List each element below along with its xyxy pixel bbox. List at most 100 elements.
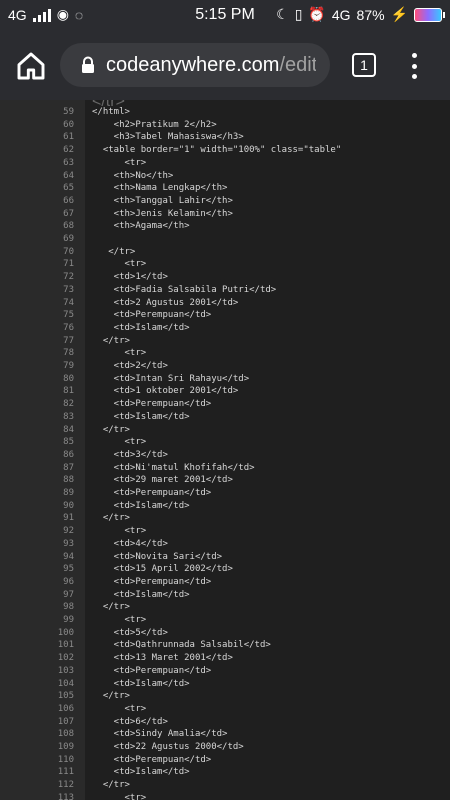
code-line[interactable]: 113 <tr> — [0, 792, 450, 800]
code-text[interactable]: <th>Jenis Kelamin</th> — [92, 208, 233, 221]
code-text[interactable]: <td>Sindy Amalia</td> — [92, 728, 228, 741]
code-line[interactable]: 107 <td>6</td> — [0, 716, 450, 729]
code-line[interactable]: 69 — [0, 233, 450, 246]
code-line[interactable]: 110 <td>Perempuan</td> — [0, 754, 450, 767]
code-line[interactable]: 65 <th>Nama Lengkap</th> — [0, 182, 450, 195]
code-line[interactable]: 106 <tr> — [0, 703, 450, 716]
code-text[interactable]: <td>Perempuan</td> — [92, 487, 212, 500]
code-line[interactable]: 60 <h2>Pratikum 2</h2> — [0, 119, 450, 132]
code-text[interactable]: <td>5</td> — [92, 627, 168, 640]
code-text[interactable]: <td>2</td> — [92, 360, 168, 373]
code-text[interactable]: <td>Intan Sri Rahayu</td> — [92, 373, 249, 386]
tab-switcher-button[interactable]: 1 — [352, 53, 376, 77]
code-line[interactable]: 104 <td>Islam</td> — [0, 678, 450, 691]
code-text[interactable]: <td>2 Agustus 2001</td> — [92, 297, 239, 310]
code-text[interactable]: <td>29 maret 2001</td> — [92, 474, 233, 487]
code-line[interactable]: 97 <td>Islam</td> — [0, 589, 450, 602]
code-text[interactable]: <td>Perempuan</td> — [92, 665, 212, 678]
code-text[interactable]: </tr> — [92, 690, 130, 703]
code-line[interactable]: 80 <td>Intan Sri Rahayu</td> — [0, 373, 450, 386]
code-line[interactable]: 105 </tr> — [0, 690, 450, 703]
code-line[interactable]: 93 <td>4</td> — [0, 538, 450, 551]
code-line[interactable]: 99 <tr> — [0, 614, 450, 627]
code-line[interactable]: 108 <td>Sindy Amalia</td> — [0, 728, 450, 741]
code-text[interactable]: <td>Perempuan</td> — [92, 576, 212, 589]
code-text[interactable]: <tr> — [92, 258, 147, 271]
code-text[interactable]: <td>1</td> — [92, 271, 168, 284]
code-text[interactable]: <td>Perempuan</td> — [92, 398, 212, 411]
code-text[interactable]: <td>3</td> — [92, 449, 168, 462]
code-line[interactable]: 101 <td>Qathrunnada Salsabil</td> — [0, 639, 450, 652]
code-line[interactable]: 62 <table border="1" width="100%" class=… — [0, 144, 450, 157]
code-text[interactable]: <th>Tanggal Lahir</th> — [92, 195, 233, 208]
code-line[interactable]: 76 <td>Islam</td> — [0, 322, 450, 335]
code-line[interactable]: 109 <td>22 Agustus 2000</td> — [0, 741, 450, 754]
more-menu-button[interactable] — [410, 53, 418, 79]
code-line[interactable]: 81 <td>1 oktober 2001</td> — [0, 385, 450, 398]
code-line[interactable]: 94 <td>Novita Sari</td> — [0, 551, 450, 564]
code-text[interactable]: </html> — [92, 106, 130, 119]
code-line[interactable]: 64 <th>No</th> — [0, 170, 450, 183]
code-text[interactable]: <td>Fadia Salsabila Putri</td> — [92, 284, 277, 297]
code-line[interactable]: 79 <td>2</td> — [0, 360, 450, 373]
code-line[interactable]: 73 <td>Fadia Salsabila Putri</td> — [0, 284, 450, 297]
code-line[interactable]: 74 <td>2 Agustus 2001</td> — [0, 297, 450, 310]
code-text[interactable]: <td>6</td> — [92, 716, 168, 729]
code-line[interactable]: 87 <td>Ni'matul Khofifah</td> — [0, 462, 450, 475]
code-text[interactable]: <tr> — [92, 347, 147, 360]
code-text[interactable]: <td>13 Maret 2001</td> — [92, 652, 233, 665]
code-text[interactable]: <tr> — [92, 792, 147, 800]
code-text[interactable]: <th>Nama Lengkap</th> — [92, 182, 228, 195]
code-text[interactable]: <tr> — [92, 525, 147, 538]
url-text[interactable]: codeanywhere.com/editor — [106, 54, 316, 77]
code-line[interactable]: 67 <th>Jenis Kelamin</th> — [0, 208, 450, 221]
code-line[interactable]: 59 </html> — [0, 106, 450, 119]
code-line[interactable]: 92 <tr> — [0, 525, 450, 538]
code-line[interactable]: 84 </tr> — [0, 424, 450, 437]
code-text[interactable]: <td>Islam</td> — [92, 322, 190, 335]
code-line[interactable]: 68 <th>Agama</th> — [0, 220, 450, 233]
code-text[interactable]: <td>4</td> — [92, 538, 168, 551]
code-text[interactable]: <td>Islam</td> — [92, 678, 190, 691]
code-text[interactable]: </tr> — [92, 335, 130, 348]
code-line[interactable]: 85 <tr> — [0, 436, 450, 449]
code-line[interactable]: 77 </tr> — [0, 335, 450, 348]
code-line[interactable]: 91 </tr> — [0, 512, 450, 525]
code-text[interactable]: <h2>Pratikum 2</h2> — [92, 119, 217, 132]
code-line[interactable]: 66 <th>Tanggal Lahir</th> — [0, 195, 450, 208]
home-icon[interactable] — [15, 50, 47, 82]
code-text[interactable]: <td>Novita Sari</td> — [92, 551, 222, 564]
code-line[interactable]: 63 <tr> — [0, 157, 450, 170]
code-line[interactable]: 100 <td>5</td> — [0, 627, 450, 640]
code-text[interactable]: </tr> — [92, 779, 130, 792]
code-text[interactable]: <td>Ni'matul Khofifah</td> — [92, 462, 255, 475]
code-line[interactable]: 89 <td>Perempuan</td> — [0, 487, 450, 500]
code-line[interactable]: 75 <td>Perempuan</td> — [0, 309, 450, 322]
code-text[interactable]: <td>1 oktober 2001</td> — [92, 385, 239, 398]
code-text[interactable]: <tr> — [92, 614, 147, 627]
code-line[interactable]: 111 <td>Islam</td> — [0, 766, 450, 779]
code-text[interactable]: <td>Islam</td> — [92, 589, 190, 602]
code-line[interactable]: 88 <td>29 maret 2001</td> — [0, 474, 450, 487]
code-text[interactable]: <th>Agama</th> — [92, 220, 190, 233]
code-line[interactable]: 112 </tr> — [0, 779, 450, 792]
code-text[interactable]: <td>Qathrunnada Salsabil</td> — [92, 639, 271, 652]
code-text[interactable]: </tr> — [92, 601, 130, 614]
code-text[interactable]: <td>Perempuan</td> — [92, 754, 212, 767]
code-text[interactable]: <th>No</th> — [92, 170, 174, 183]
code-text[interactable]: <td>22 Agustus 2000</td> — [92, 741, 244, 754]
code-line[interactable]: 103 <td>Perempuan</td> — [0, 665, 450, 678]
code-line[interactable]: 90 <td>Islam</td> — [0, 500, 450, 513]
code-text[interactable]: <tr> — [92, 436, 147, 449]
code-line[interactable]: 78 <tr> — [0, 347, 450, 360]
code-line[interactable]: 82 <td>Perempuan</td> — [0, 398, 450, 411]
code-text[interactable]: <td>Islam</td> — [92, 411, 190, 424]
code-line[interactable]: 83 <td>Islam</td> — [0, 411, 450, 424]
code-line[interactable]: 86 <td>3</td> — [0, 449, 450, 462]
code-text[interactable]: <td>Islam</td> — [92, 500, 190, 513]
code-line[interactable]: 72 <td>1</td> — [0, 271, 450, 284]
code-editor[interactable]: </tr> 59 </html> 60 <h2>Pratikum 2</h2> 61 … — [0, 100, 450, 800]
code-line[interactable]: 98 </tr> — [0, 601, 450, 614]
code-text[interactable]: </tr> — [92, 424, 130, 437]
code-line[interactable]: 61 <h3>Tabel Mahasiswa</h3> — [0, 131, 450, 144]
